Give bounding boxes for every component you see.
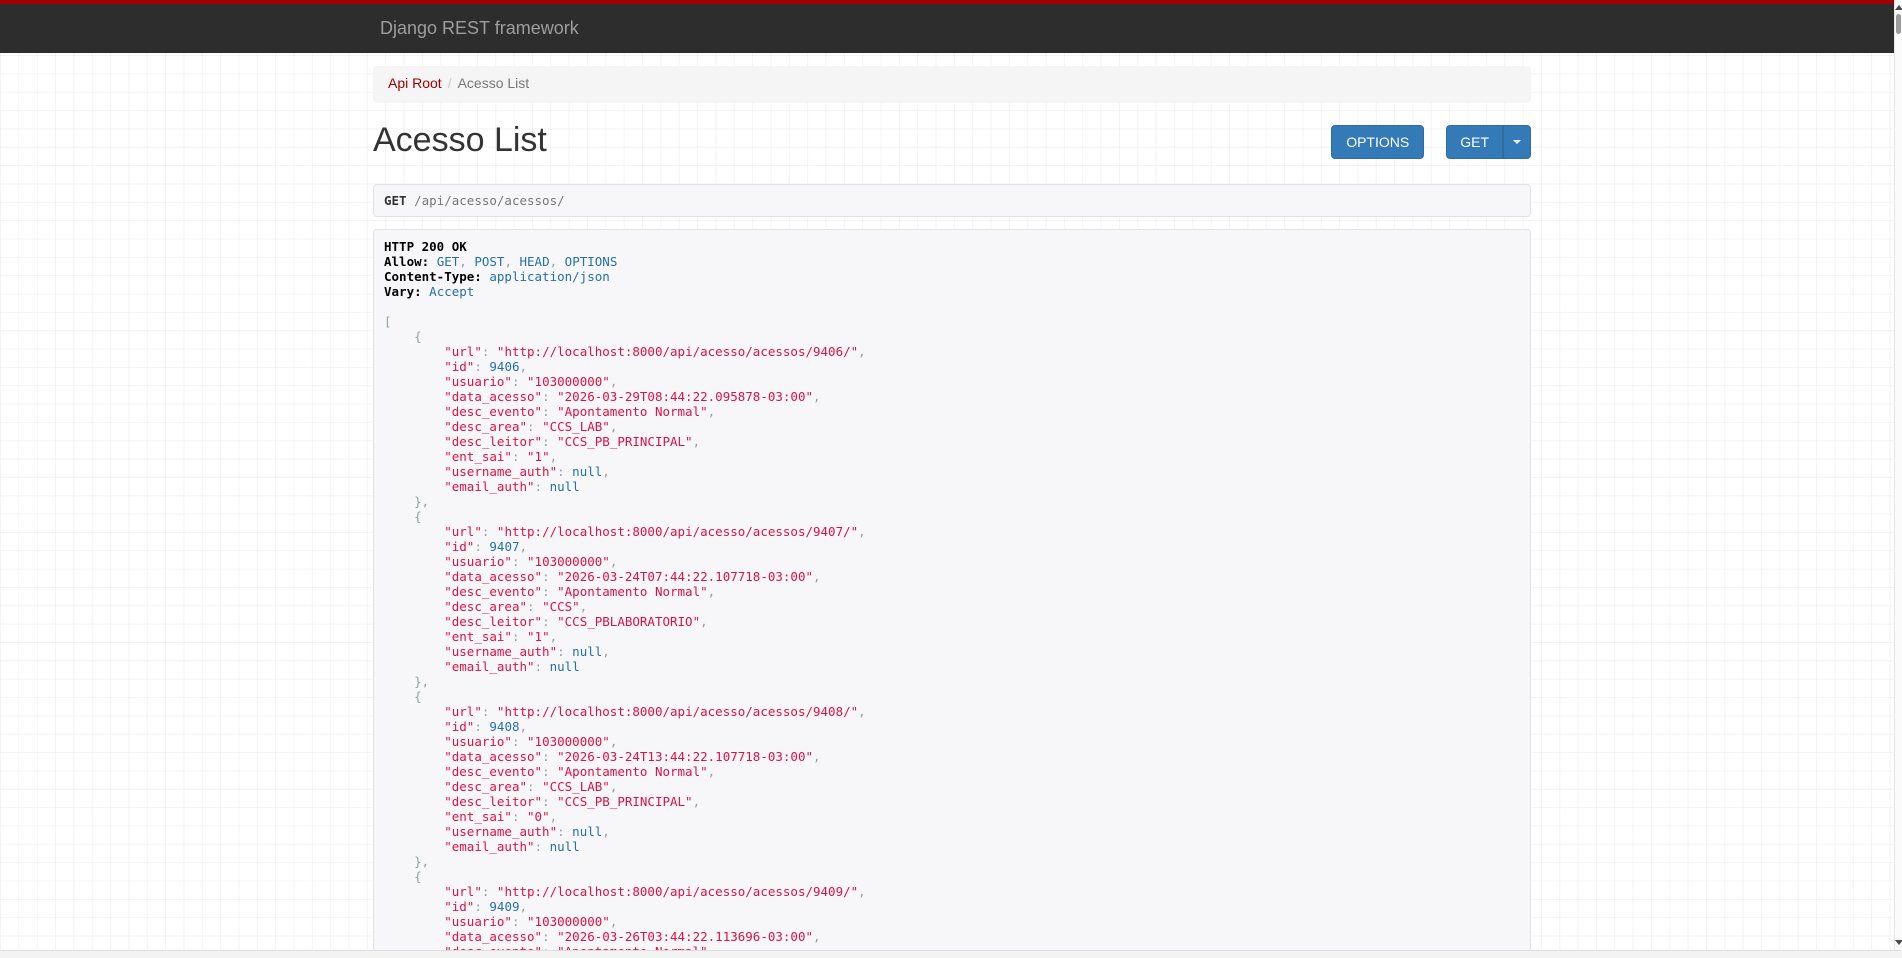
code-line: "usuario": "103000000", [444, 554, 618, 569]
code-line: "desc_leitor": "CCS_PB_PRINCIPAL", [444, 434, 701, 449]
navbar: Django REST framework [0, 0, 1902, 53]
get-button[interactable]: GET [1446, 125, 1503, 159]
code-line: Vary: Accept [384, 284, 475, 299]
code-line: "usuario": "103000000", [444, 914, 618, 929]
code-line: "desc_leitor": "CCS_PB_PRINCIPAL", [444, 794, 701, 809]
request-line: GET /api/acesso/acessos/ [373, 184, 1531, 217]
response-body: HTTP 200 OK Allow: GET, POST, HEAD, OPTIO… [384, 239, 1520, 958]
get-dropdown-toggle[interactable] [1503, 125, 1531, 159]
code-line: { [384, 689, 422, 704]
code-line: "usuario": "103000000", [444, 734, 618, 749]
code-line: "desc_leitor": "CCS_PBLABORATORIO", [444, 614, 708, 629]
code-line: [ [384, 314, 392, 329]
code-line: "ent_sai": "0", [444, 809, 558, 824]
horizontal-scrollbar[interactable] [0, 950, 1902, 958]
chevron-down-icon [1513, 140, 1521, 144]
code-line: "ent_sai": "1", [444, 629, 558, 644]
code-line: "usuario": "103000000", [444, 374, 618, 389]
code-line: "username_auth": null, [444, 824, 610, 839]
code-line: { [384, 509, 422, 524]
code-line: { [384, 869, 422, 884]
vertical-scrollbar-thumb[interactable] [1896, 14, 1901, 34]
code-line: "url": "http://localhost:8000/api/acesso… [444, 884, 866, 899]
code-line: "id": 9407, [444, 539, 528, 554]
code-line: }, [384, 674, 430, 689]
code-line: "username_auth": null, [444, 644, 610, 659]
response-panel: HTTP 200 OK Allow: GET, POST, HEAD, OPTIO… [373, 229, 1531, 958]
navbar-brand-link[interactable]: Django REST framework [380, 4, 579, 53]
request-method: GET [384, 193, 407, 208]
code-line: "ent_sai": "1", [444, 449, 558, 464]
code-line: }, [384, 854, 430, 869]
code-line: "data_acesso": "2026-03-26T03:44:22.1136… [444, 929, 821, 944]
code-line: "url": "http://localhost:8000/api/acesso… [444, 344, 866, 359]
code-line: "email_auth": null [444, 479, 580, 494]
request-path: /api/acesso/acessos/ [414, 193, 565, 208]
code-line: "desc_area": "CCS", [444, 599, 588, 614]
code-line: "desc_evento": "Apontamento Normal", [444, 764, 716, 779]
code-line: Allow: GET, POST, HEAD, OPTIONS [384, 254, 618, 269]
breadcrumb: Api Root / Acesso List [373, 66, 1531, 103]
breadcrumb-separator: / [447, 75, 452, 91]
code-line: "url": "http://localhost:8000/api/acesso… [444, 524, 866, 539]
scroll-up-icon[interactable] [1895, 5, 1902, 10]
page-header: Acesso List OPTIONS GET [373, 120, 1531, 163]
code-line: "email_auth": null [444, 659, 580, 674]
code-line: "url": "http://localhost:8000/api/acesso… [444, 704, 866, 719]
code-line: "id": 9409, [444, 899, 528, 914]
code-line: "data_acesso": "2026-03-24T13:44:22.1077… [444, 749, 821, 764]
code-line: "desc_area": "CCS_LAB", [444, 779, 618, 794]
code-line: HTTP 200 OK [384, 239, 467, 254]
code-line: "email_auth": null [444, 839, 580, 854]
scroll-down-icon[interactable] [1895, 940, 1902, 945]
code-line: { [384, 329, 422, 344]
main-container: Api Root / Acesso List Acesso List OPTIONS… [373, 53, 1531, 958]
options-button[interactable]: OPTIONS [1331, 125, 1425, 159]
code-line: "desc_evento": "Apontamento Normal", [444, 584, 716, 599]
action-buttons: OPTIONS GET [1331, 125, 1531, 159]
code-line: "id": 9406, [444, 359, 528, 374]
vertical-scrollbar[interactable] [1894, 0, 1902, 950]
code-line: Content-Type: application/json [384, 269, 610, 284]
code-line: "desc_evento": "Apontamento Normal", [444, 404, 716, 419]
code-line: "data_acesso": "2026-03-24T07:44:22.1077… [444, 569, 821, 584]
button-gap [1424, 125, 1446, 159]
code-line: }, [384, 494, 430, 509]
code-line: "username_auth": null, [444, 464, 610, 479]
page-title: Acesso List [373, 121, 547, 159]
code-line: "desc_area": "CCS_LAB", [444, 419, 618, 434]
breadcrumb-api-root-link[interactable]: Api Root [388, 75, 442, 91]
breadcrumb-current: Acesso List [457, 75, 530, 91]
code-line: "data_acesso": "2026-03-29T08:44:22.0958… [444, 389, 821, 404]
code-line: "id": 9408, [444, 719, 528, 734]
